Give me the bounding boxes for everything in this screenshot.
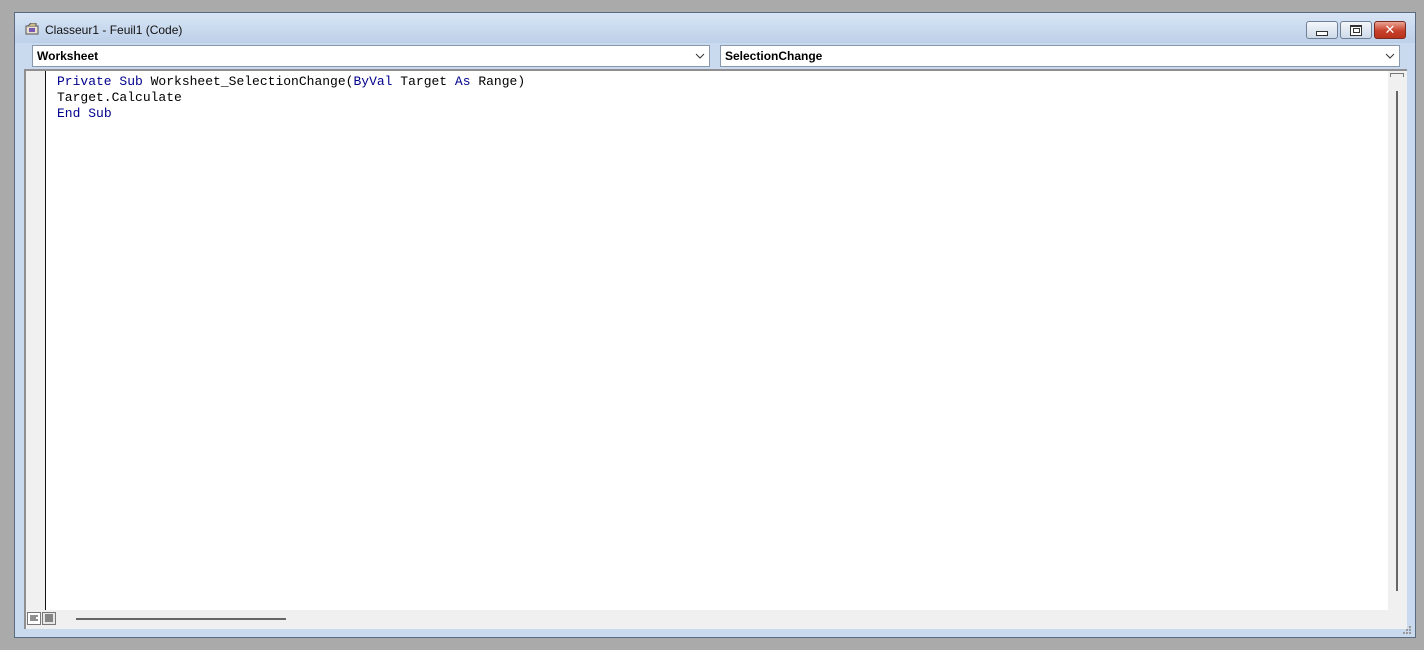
- procedure-dropdown[interactable]: SelectionChange: [720, 45, 1400, 67]
- code-line[interactable]: End Sub: [57, 106, 1377, 122]
- code-line[interactable]: Private Sub Worksheet_SelectionChange(By…: [57, 74, 1377, 90]
- code-keyword: Sub: [88, 106, 112, 121]
- margin-indicator-bar[interactable]: [26, 71, 46, 612]
- code-keyword: ByVal: [353, 74, 393, 89]
- code-keyword: End: [57, 106, 81, 121]
- restore-button[interactable]: [1340, 21, 1372, 39]
- horizontal-scrollbar-thumb[interactable]: [76, 618, 286, 620]
- minimize-button[interactable]: [1306, 21, 1338, 39]
- code-token: Worksheet_SelectionChange(: [142, 74, 354, 89]
- object-dropdown-value: Worksheet: [37, 49, 99, 63]
- split-bar-handle[interactable]: [1390, 73, 1404, 77]
- vertical-scroll-track[interactable]: [1396, 91, 1398, 591]
- code-token: Target: [392, 74, 455, 89]
- resize-grip-icon[interactable]: [1402, 625, 1412, 635]
- code-token: Target.Calculate: [57, 90, 182, 105]
- code-keyword: Private: [57, 74, 112, 89]
- code-keyword: Sub: [119, 74, 143, 89]
- minimize-icon: [1316, 30, 1328, 36]
- chevron-down-icon[interactable]: [1385, 51, 1395, 61]
- code-token: Range): [470, 74, 526, 89]
- title-bar[interactable]: Classeur1 - Feuil1 (Code) ✕: [15, 13, 1415, 43]
- code-keyword: As: [454, 74, 471, 89]
- full-module-view-button[interactable]: [42, 612, 56, 625]
- code-window: Classeur1 - Feuil1 (Code) ✕ Worksheet Se…: [14, 12, 1416, 638]
- restore-icon: [1350, 24, 1362, 36]
- object-dropdown[interactable]: Worksheet: [32, 45, 710, 67]
- procedure-view-button[interactable]: [27, 612, 41, 625]
- procedure-view-icon: [30, 615, 38, 621]
- code-editor[interactable]: Private Sub Worksheet_SelectionChange(By…: [24, 69, 1407, 629]
- code-line[interactable]: Target.Calculate: [57, 90, 1377, 106]
- close-button[interactable]: ✕: [1374, 21, 1406, 39]
- chevron-down-icon[interactable]: [695, 51, 705, 61]
- window-title: Classeur1 - Feuil1 (Code): [45, 23, 183, 37]
- close-icon: ✕: [1384, 22, 1396, 38]
- full-module-view-icon: [45, 614, 53, 622]
- vba-module-icon: [25, 23, 39, 35]
- code-area[interactable]: Private Sub Worksheet_SelectionChange(By…: [57, 74, 1377, 609]
- vertical-scrollbar[interactable]: [1388, 71, 1407, 612]
- editor-status-bar: [26, 610, 1407, 629]
- procedure-dropdown-value: SelectionChange: [725, 49, 823, 63]
